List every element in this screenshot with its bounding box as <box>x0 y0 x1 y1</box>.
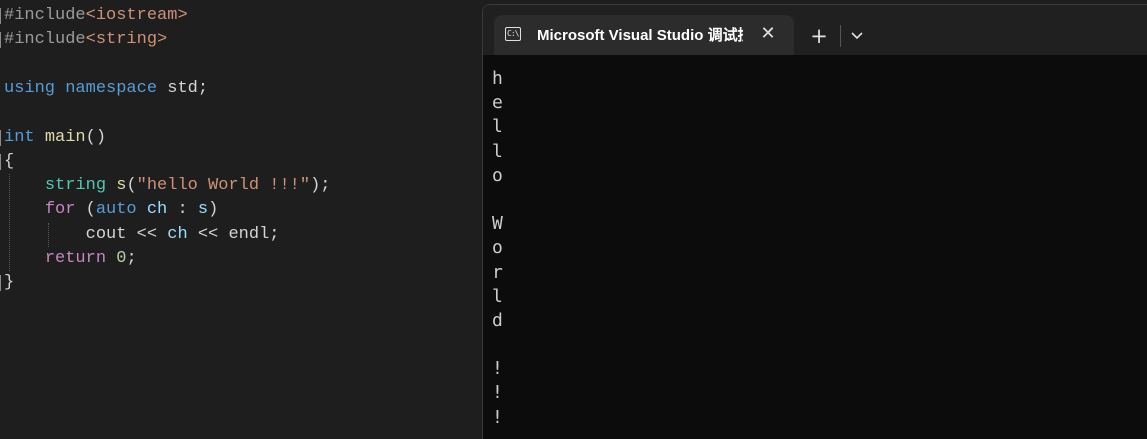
console-icon: C:\ <box>505 27 521 41</box>
code-token: } <box>4 273 15 293</box>
code-token: ( <box>126 176 137 196</box>
code-line[interactable]: { <box>4 150 14 174</box>
terminal-window[interactable]: C:\ Microsoft Visual Studio 调试控制台 ✕ + he… <box>482 4 1147 439</box>
output-line: ! <box>492 358 503 380</box>
code-line[interactable]: #include<iostream> <box>4 4 188 28</box>
code-token: () <box>85 127 107 147</box>
code-token: #include <box>4 6 86 25</box>
console-icon-text: C:\ <box>507 29 519 38</box>
code-token: << <box>187 224 229 244</box>
output-line: e <box>492 92 503 114</box>
code-token: s <box>197 200 209 220</box>
output-line: h <box>492 68 503 89</box>
output-line: o <box>492 164 503 186</box>
code-line[interactable]: cout << ch << endl; <box>4 223 280 247</box>
code-line[interactable]: int main() <box>4 126 106 150</box>
indent-guide <box>48 222 49 247</box>
code-token: << <box>126 224 168 244</box>
indent-guide <box>9 174 10 272</box>
code-token: ( <box>75 200 96 220</box>
code-token: ) <box>208 200 219 220</box>
code-token: #include <box>4 30 86 50</box>
code-token: cout <box>85 224 127 244</box>
code-token: ; <box>269 224 280 244</box>
fold-marker[interactable] <box>0 8 1 24</box>
code-token: using <box>4 78 56 98</box>
fold-marker[interactable] <box>0 275 1 292</box>
code-line[interactable]: for (auto ch : s) <box>4 198 218 222</box>
output-line: r <box>492 261 503 283</box>
fold-marker[interactable] <box>0 129 1 146</box>
output-line: ! <box>492 406 503 428</box>
output-line: l <box>492 116 503 138</box>
console-output: hello World !!! <box>492 67 1092 430</box>
chevron-down-icon[interactable] <box>847 25 867 47</box>
code-token: "hello World !!!" <box>136 176 311 196</box>
new-tab-button[interactable]: + <box>808 25 830 47</box>
code-line[interactable]: } <box>4 271 14 295</box>
code-token: ch <box>167 224 188 244</box>
code-token: auto <box>95 200 137 220</box>
output-line: d <box>492 309 503 331</box>
output-line: ! <box>492 382 503 404</box>
code-token: ch <box>146 200 168 220</box>
code-token: std; <box>157 78 209 98</box>
code-token: for <box>44 200 76 220</box>
code-line[interactable]: return 0; <box>4 247 137 271</box>
close-icon[interactable]: ✕ <box>757 22 779 46</box>
code-token: endl <box>228 224 270 244</box>
tab-title: Microsoft Visual Studio 调试控制台 <box>537 27 743 44</box>
code-token: int <box>4 127 35 147</box>
code-editor[interactable]: #include<iostream> #include<string> using … <box>0 0 482 438</box>
code-token: return <box>44 249 107 268</box>
output-line: W <box>492 213 503 235</box>
titlebar-divider <box>840 25 841 47</box>
code-token: main <box>44 127 86 147</box>
code-token: s <box>116 176 127 196</box>
output-line: l <box>492 285 503 307</box>
terminal-tab[interactable]: C:\ Microsoft Visual Studio 调试控制台 ✕ <box>494 15 794 55</box>
code-token: <iostream> <box>85 6 188 25</box>
fold-marker[interactable] <box>0 32 1 49</box>
code-token: ; <box>126 249 137 268</box>
code-token: : <box>167 200 198 220</box>
fold-marker[interactable] <box>0 153 1 170</box>
code-line[interactable]: #include<string> <box>4 28 167 52</box>
code-token: { <box>4 151 15 171</box>
code-token: ); <box>310 176 331 196</box>
output-line: o <box>492 237 503 259</box>
code-token: <string> <box>85 30 168 50</box>
code-token: 0 <box>116 249 127 268</box>
terminal-titlebar: C:\ Microsoft Visual Studio 调试控制台 ✕ + <box>483 5 1147 55</box>
code-token: string <box>44 176 107 196</box>
output-line: l <box>492 140 503 162</box>
code-line[interactable]: string s("hello World !!!"); <box>4 174 331 198</box>
code-token: namespace <box>65 78 158 98</box>
code-line[interactable]: using namespace std; <box>4 77 208 101</box>
